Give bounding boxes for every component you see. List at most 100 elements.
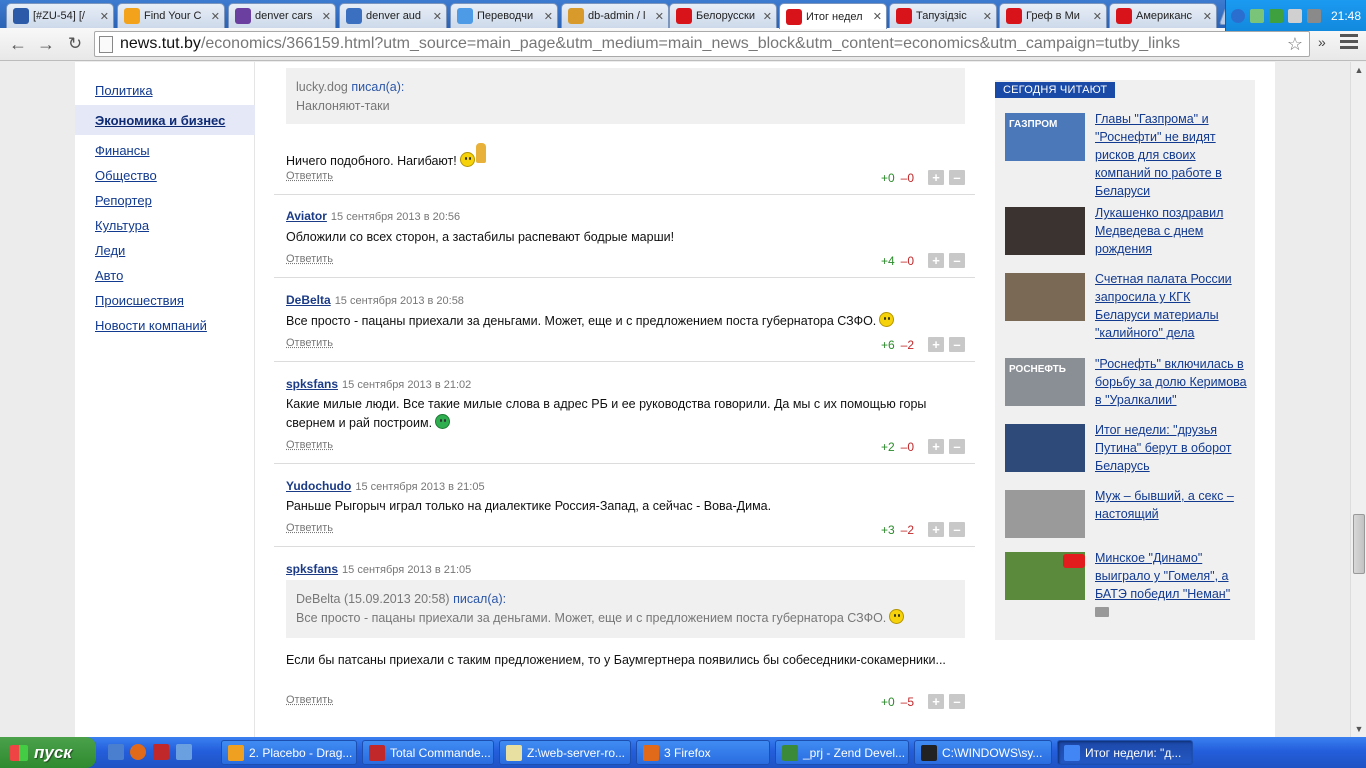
tray-arrow-icon[interactable] bbox=[1231, 8, 1245, 23]
scroll-thumb[interactable] bbox=[1353, 514, 1365, 574]
nav-item[interactable]: Общество bbox=[75, 163, 255, 188]
taskbar-button[interactable]: Total Commande... bbox=[362, 740, 494, 765]
browser-tab[interactable]: Тапузідзіс ✕ bbox=[889, 3, 997, 28]
taskbar-button[interactable]: Итог недели: "д... bbox=[1057, 740, 1193, 765]
vote-down-button[interactable]: – bbox=[949, 170, 965, 185]
browser-tab[interactable]: [#ZU-54] [/ ✕ bbox=[6, 3, 114, 28]
reply-link[interactable]: Ответить bbox=[286, 170, 333, 182]
nav-item[interactable]: Финансы bbox=[75, 138, 255, 163]
today-news-link[interactable]: Муж – бывший, а секс – настоящий bbox=[1095, 487, 1247, 523]
scroll-down-icon[interactable]: ▼ bbox=[1351, 721, 1366, 737]
reply-link[interactable]: Ответить bbox=[286, 253, 333, 265]
comment-author-link[interactable]: spksfans bbox=[286, 377, 338, 391]
browser-tab[interactable]: Итог недел ✕ bbox=[779, 3, 887, 29]
vote-down-button[interactable]: – bbox=[949, 522, 965, 537]
comment-author-link[interactable]: Aviator bbox=[286, 209, 327, 223]
today-news-link[interactable]: "Роснефть" включилась в борьбу за долю К… bbox=[1095, 355, 1247, 409]
today-news-link[interactable]: Главы "Газпрома" и "Роснефти" не видят р… bbox=[1095, 110, 1247, 200]
back-icon[interactable]: ← bbox=[6, 33, 30, 55]
address-bar[interactable]: news.tut.by /economics/366159.html?utm_s… bbox=[94, 31, 1310, 57]
nav-item[interactable]: Экономика и бизнес bbox=[75, 105, 255, 135]
news-thumbnail[interactable]: ГАЗПРОМ bbox=[1005, 113, 1085, 161]
nav-item[interactable]: Леди bbox=[75, 238, 255, 263]
comment-author-link[interactable]: spksfans bbox=[286, 562, 338, 576]
explorer-quicklaunch-icon[interactable] bbox=[176, 744, 192, 760]
tab-close-icon[interactable]: ✕ bbox=[100, 10, 109, 23]
tab-close-icon[interactable]: ✕ bbox=[763, 10, 772, 23]
scroll-up-icon[interactable]: ▲ bbox=[1351, 62, 1366, 78]
nav-item[interactable]: Культура bbox=[75, 213, 255, 238]
reply-link[interactable]: Ответить bbox=[286, 439, 333, 451]
security-icon[interactable] bbox=[1269, 8, 1283, 23]
vote-down-button[interactable]: – bbox=[949, 253, 965, 268]
taskbar-button[interactable]: _prj - Zend Devel... bbox=[775, 740, 909, 765]
vote-up-button[interactable]: + bbox=[928, 253, 944, 268]
tab-close-icon[interactable]: ✕ bbox=[873, 10, 882, 23]
vote-up-button[interactable]: + bbox=[928, 337, 944, 352]
comment-author-link[interactable]: Yudochudo bbox=[286, 479, 351, 493]
tab-close-icon[interactable]: ✕ bbox=[1093, 10, 1102, 23]
reply-link[interactable]: Ответить bbox=[286, 694, 333, 706]
bookmarks-overflow-button[interactable]: » bbox=[1318, 34, 1326, 50]
browser-tab[interactable]: db-admin / l ✕ bbox=[561, 3, 669, 28]
nav-item[interactable]: Политика bbox=[75, 78, 255, 103]
browser-menu-icon[interactable] bbox=[1340, 34, 1358, 49]
vote-up-button[interactable]: + bbox=[928, 522, 944, 537]
show-desktop-icon[interactable] bbox=[108, 744, 124, 760]
forward-icon[interactable]: → bbox=[34, 33, 58, 55]
vote-up-button[interactable]: + bbox=[928, 439, 944, 454]
reply-link[interactable]: Ответить bbox=[286, 522, 333, 534]
tab-close-icon[interactable]: ✕ bbox=[655, 10, 664, 23]
tab-close-icon[interactable]: ✕ bbox=[544, 10, 553, 23]
reply-link[interactable]: Ответить bbox=[286, 337, 333, 349]
volume-icon[interactable] bbox=[1307, 8, 1321, 23]
today-news-link[interactable]: Счетная палата России запросила у КГК Бе… bbox=[1095, 270, 1247, 342]
today-news-link[interactable]: Итог недели: "друзья Путина" берут в обо… bbox=[1095, 421, 1247, 475]
browser-tab[interactable]: Белорусски ✕ bbox=[669, 3, 777, 28]
news-thumbnail[interactable] bbox=[1005, 424, 1085, 472]
vote-down-button[interactable]: – bbox=[949, 439, 965, 454]
vote-down-button[interactable]: – bbox=[949, 337, 965, 352]
nav-item[interactable]: Новости компаний bbox=[75, 313, 255, 338]
today-news-link[interactable]: Лукашенко поздравил Медведева с днем рож… bbox=[1095, 204, 1247, 258]
network-icon[interactable] bbox=[1250, 8, 1264, 23]
tab-title: Греф в Ми bbox=[1026, 10, 1080, 22]
bookmark-star-icon[interactable]: ☆ bbox=[1287, 34, 1303, 55]
comment-author-link[interactable]: DeBelta bbox=[286, 293, 331, 307]
vote-up-button[interactable]: + bbox=[928, 694, 944, 709]
tab-close-icon[interactable]: ✕ bbox=[1203, 10, 1212, 23]
reload-icon[interactable]: ↻ bbox=[63, 33, 87, 55]
taskbar-button[interactable]: 3 Firefox bbox=[636, 740, 770, 765]
tab-close-icon[interactable]: ✕ bbox=[983, 10, 992, 23]
vertical-scrollbar[interactable]: ▲ ▼ bbox=[1350, 62, 1366, 737]
today-news-link[interactable]: Минское "Динамо" выиграло у "Гомеля", а … bbox=[1095, 549, 1247, 603]
tab-close-icon[interactable]: ✕ bbox=[322, 10, 331, 23]
browser-tab[interactable]: Find Your C ✕ bbox=[117, 3, 225, 28]
start-button[interactable]: пуск bbox=[0, 737, 96, 768]
browser-tab[interactable]: denver cars ✕ bbox=[228, 3, 336, 28]
browser-tab[interactable]: denver aud ✕ bbox=[339, 3, 447, 28]
tab-title: Тапузідзіс bbox=[916, 10, 967, 22]
comment-header: spksfans 15 сентября 2013 в 21:05 bbox=[286, 562, 471, 576]
tab-close-icon[interactable]: ✕ bbox=[433, 10, 442, 23]
news-thumbnail[interactable]: РОСНЕФТЬ bbox=[1005, 358, 1085, 406]
news-thumbnail[interactable] bbox=[1005, 273, 1085, 321]
news-thumbnail[interactable] bbox=[1005, 490, 1085, 538]
news-thumbnail[interactable] bbox=[1005, 552, 1085, 600]
browser-tab[interactable]: Американс ✕ bbox=[1109, 3, 1217, 28]
total-commander-quicklaunch-icon[interactable] bbox=[153, 744, 169, 760]
browser-tab[interactable]: Переводчи ✕ bbox=[450, 3, 558, 28]
nav-item[interactable]: Репортер bbox=[75, 188, 255, 213]
taskbar-button[interactable]: Z:\web-server-ro... bbox=[499, 740, 631, 765]
vote-up-button[interactable]: + bbox=[928, 170, 944, 185]
browser-tab[interactable]: Греф в Ми ✕ bbox=[999, 3, 1107, 28]
taskbar-button[interactable]: 2. Placebo - Drag... bbox=[221, 740, 357, 765]
nav-item[interactable]: Происшествия bbox=[75, 288, 255, 313]
news-thumbnail[interactable] bbox=[1005, 207, 1085, 255]
update-icon[interactable] bbox=[1288, 8, 1302, 23]
nav-item[interactable]: Авто bbox=[75, 263, 255, 288]
tab-close-icon[interactable]: ✕ bbox=[211, 10, 220, 23]
firefox-quicklaunch-icon[interactable] bbox=[130, 744, 146, 760]
taskbar-button[interactable]: C:\WINDOWS\sy... bbox=[914, 740, 1052, 765]
vote-down-button[interactable]: – bbox=[949, 694, 965, 709]
